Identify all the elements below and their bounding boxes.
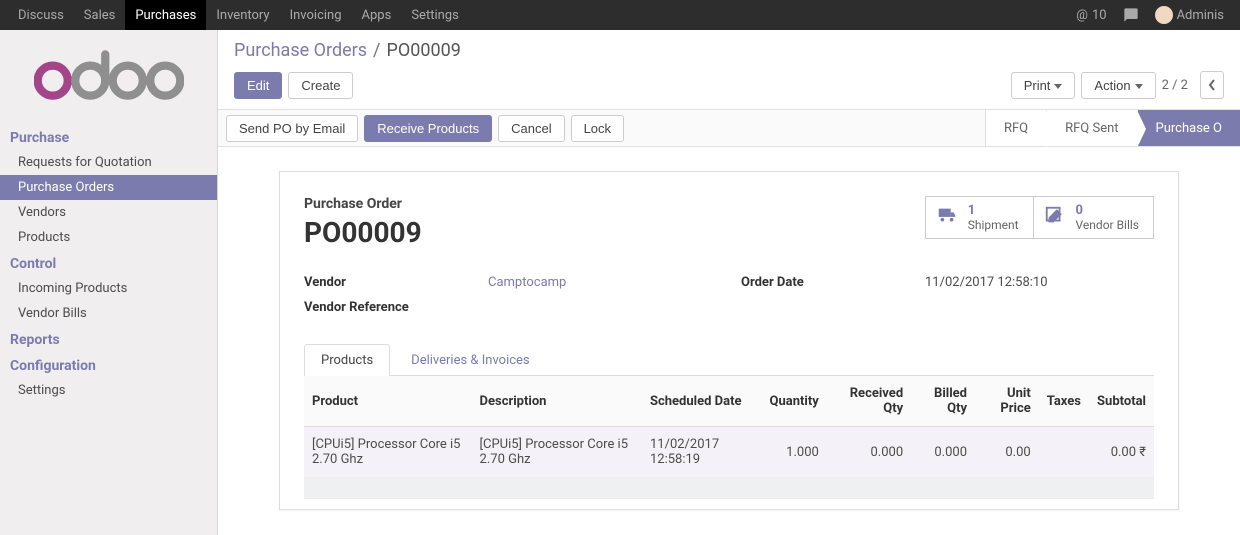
nav-item-sales[interactable]: Sales	[74, 0, 126, 30]
statusbar: Send PO by EmailReceive ProductsCancel Lo…	[218, 109, 1240, 147]
stage-purchase-o[interactable]: Purchase O	[1137, 110, 1240, 146]
avatar-icon	[1155, 6, 1173, 24]
pencil-square-icon	[1044, 205, 1066, 231]
vendor-ref-label: Vendor Reference	[304, 300, 464, 315]
action-dropdown[interactable]: Action	[1081, 72, 1155, 99]
chevron-down-icon	[1135, 84, 1143, 89]
sidebar-item-purchase-orders[interactable]: Purchase Orders	[0, 175, 217, 200]
sidebar-item-products[interactable]: Products	[0, 225, 217, 250]
cell-description: [CPUi5] Processor Core i5 2.70 Ghz	[472, 427, 642, 478]
record-title: PO00009	[304, 216, 422, 249]
order-lines-table: ProductDescriptionScheduled DateQuantity…	[304, 376, 1154, 499]
col-header-unit-price: Unit Price	[975, 376, 1039, 427]
table-footer-spacer	[304, 478, 1154, 499]
edit-button[interactable]: Edit	[234, 72, 282, 99]
create-button[interactable]: Create	[288, 72, 353, 99]
pager-prev-button[interactable]	[1200, 71, 1224, 99]
stat-label: Shipment	[968, 218, 1019, 232]
col-header-taxes: Taxes	[1039, 376, 1089, 427]
chat-icon[interactable]	[1115, 7, 1147, 23]
cell-billed-qty: 0.000	[911, 427, 975, 478]
odoo-logo	[0, 40, 217, 124]
sidebar-section-configuration: Configuration	[0, 352, 217, 378]
stat-vendor-bills[interactable]: 0Vendor Bills	[1033, 196, 1154, 239]
sidebar-section-control: Control	[0, 250, 217, 276]
top-navbar: DiscussSalesPurchasesInventoryInvoicingA…	[0, 0, 1240, 30]
cancel-button[interactable]: Cancel	[498, 115, 564, 142]
nav-item-discuss[interactable]: Discuss	[8, 0, 74, 30]
lock-button[interactable]: Lock	[571, 115, 624, 142]
cell-subtotal: 0.00 ₹	[1089, 427, 1154, 478]
sidebar-item-vendors[interactable]: Vendors	[0, 200, 217, 225]
user-menu[interactable]: Adminis	[1147, 6, 1232, 24]
messaging-indicator[interactable]: @ 10	[1068, 8, 1114, 23]
order-date-label: Order Date	[741, 275, 901, 290]
nav-item-apps[interactable]: Apps	[352, 0, 402, 30]
nav-item-purchases[interactable]: Purchases	[125, 0, 206, 30]
stat-count: 1	[968, 203, 1019, 218]
col-header-quantity: Quantity	[762, 376, 827, 427]
stat-count: 0	[1076, 203, 1139, 218]
receive-products-button[interactable]: Receive Products	[364, 115, 492, 142]
truck-icon	[936, 205, 958, 231]
order-date-value: 11/02/2017 12:58:10	[925, 275, 1154, 290]
cell-quantity: 1.000	[762, 427, 827, 478]
sidebar: PurchaseRequests for QuotationPurchase O…	[0, 30, 218, 535]
cell-received-qty: 0.000	[827, 427, 911, 478]
user-name: Adminis	[1177, 8, 1224, 23]
col-header-received-qty: Received Qty	[827, 376, 911, 427]
cell-product: [CPUi5] Processor Core i5 2.70 Ghz	[304, 427, 472, 478]
col-header-subtotal: Subtotal	[1089, 376, 1154, 427]
stage-rfq-sent[interactable]: RFQ Sent	[1046, 110, 1136, 146]
breadcrumb-current: PO00009	[386, 40, 460, 61]
vendor-label: Vendor	[304, 275, 464, 290]
cell-taxes	[1039, 427, 1089, 478]
at-icon: @	[1076, 8, 1088, 23]
sidebar-item-vendor-bills[interactable]: Vendor Bills	[0, 301, 217, 326]
table-row[interactable]: [CPUi5] Processor Core i5 2.70 Ghz[CPUi5…	[304, 427, 1154, 478]
col-header-scheduled-date: Scheduled Date	[642, 376, 762, 427]
sidebar-item-requests-for-quotation[interactable]: Requests for Quotation	[0, 150, 217, 175]
record-subtitle: Purchase Order	[304, 196, 422, 212]
sidebar-item-settings[interactable]: Settings	[0, 378, 217, 403]
nav-item-settings[interactable]: Settings	[401, 0, 468, 30]
sidebar-section-purchase: Purchase	[0, 124, 217, 150]
vendor-value[interactable]: Camptocamp	[488, 275, 717, 290]
tab-deliveries-invoices[interactable]: Deliveries & Invoices	[394, 344, 546, 376]
stat-label: Vendor Bills	[1076, 218, 1139, 232]
breadcrumb-root[interactable]: Purchase Orders	[234, 40, 367, 61]
sidebar-item-incoming-products[interactable]: Incoming Products	[0, 276, 217, 301]
send-po-by-email-button[interactable]: Send PO by Email	[226, 115, 358, 142]
col-header-billed-qty: Billed Qty	[911, 376, 975, 427]
nav-item-inventory[interactable]: Inventory	[206, 0, 279, 30]
stage-rfq[interactable]: RFQ	[985, 110, 1046, 146]
form-sheet: Purchase Order PO00009 1Shipment0Vendor …	[279, 171, 1179, 510]
cell-scheduled-date: 11/02/2017 12:58:19	[642, 427, 762, 478]
chevron-left-icon	[1208, 79, 1216, 91]
chevron-down-icon	[1054, 84, 1062, 89]
breadcrumb-separator: /	[373, 40, 380, 61]
print-dropdown[interactable]: Print	[1011, 72, 1076, 99]
main-content: Purchase Orders / PO00009 Edit Create Pr…	[218, 30, 1240, 535]
pager-text: 2 / 2	[1162, 78, 1188, 93]
cell-unit-price: 0.00	[975, 427, 1039, 478]
mail-count: 10	[1092, 8, 1107, 23]
col-header-product: Product	[304, 376, 472, 427]
breadcrumb: Purchase Orders / PO00009	[218, 30, 1240, 71]
tab-products[interactable]: Products	[304, 344, 390, 376]
col-header-description: Description	[472, 376, 642, 427]
nav-item-invoicing[interactable]: Invoicing	[280, 0, 352, 30]
stat-shipment[interactable]: 1Shipment	[925, 196, 1033, 239]
sidebar-section-reports: Reports	[0, 326, 217, 352]
toolbar: Edit Create Print Action 2 / 2	[218, 71, 1240, 109]
